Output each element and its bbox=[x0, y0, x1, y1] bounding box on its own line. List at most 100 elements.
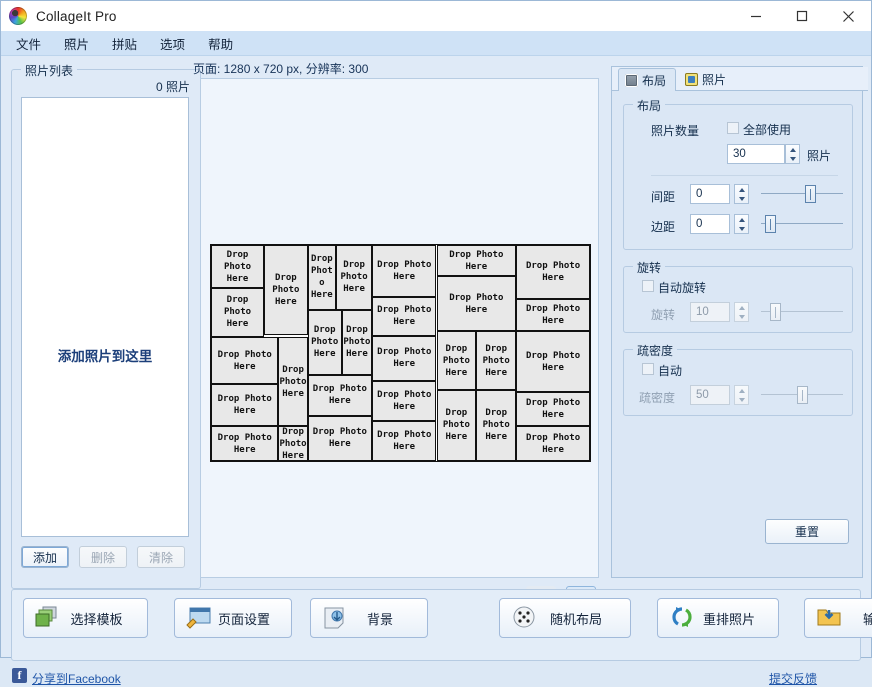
select-template-button[interactable]: 选择模板 bbox=[23, 598, 148, 638]
rotation-input[interactable]: 10 bbox=[690, 302, 730, 322]
collage-cell[interactable]: Drop Photo Here bbox=[307, 309, 342, 375]
menu-item-help[interactable]: 帮助 bbox=[207, 32, 234, 55]
share-facebook-link[interactable]: 分享到Facebook bbox=[32, 670, 121, 687]
collage-cell-label: Drop Photo Here bbox=[377, 305, 432, 328]
collage-cell[interactable]: Drop Photo Here bbox=[211, 384, 279, 427]
collage-cell[interactable]: Drop Photo Here bbox=[278, 336, 308, 427]
collage-cell[interactable]: Drop Photo Here bbox=[436, 245, 517, 277]
close-button[interactable] bbox=[825, 1, 871, 31]
collage-cell[interactable]: Drop Photo Here bbox=[211, 426, 279, 461]
photo-list-dropzone[interactable]: 添加照片到这里 bbox=[21, 97, 189, 537]
collage-cell[interactable]: Drop Photo Here bbox=[516, 426, 590, 461]
collage-cell[interactable]: Drop Photo Here bbox=[516, 245, 590, 299]
random-layout-button[interactable]: 随机布局 bbox=[499, 598, 631, 638]
collage-cell[interactable]: Drop Photo Here bbox=[476, 389, 517, 461]
auto-rotate-checkbox[interactable] bbox=[642, 280, 654, 292]
spacing-slider[interactable] bbox=[761, 185, 843, 203]
bottom-toolbar: 选择模板 页面设置 背景 随机布局 重排照片 输 bbox=[11, 589, 872, 661]
delete-photo-button[interactable]: 删除 bbox=[79, 546, 127, 568]
spacing-stepper[interactable] bbox=[734, 184, 749, 204]
tab-layout-label: 布局 bbox=[642, 73, 667, 88]
collage-cell[interactable]: Drop Photo Here bbox=[211, 336, 279, 385]
collage-cell[interactable]: Drop Photo Here bbox=[372, 381, 437, 422]
rotation-value-label: 旋转 bbox=[651, 308, 676, 322]
background-icon bbox=[321, 605, 351, 631]
collage-cell[interactable]: Drop Photo Here bbox=[516, 391, 590, 427]
collage-cell[interactable]: Drop Photo Here bbox=[336, 245, 373, 310]
collage-cell[interactable]: Drop Photo Here bbox=[211, 245, 265, 289]
collage-cell[interactable]: Drop Photo Here bbox=[307, 245, 337, 310]
collage-cell-label: Drop Photo Here bbox=[482, 408, 510, 443]
photo-count-input[interactable]: 30 bbox=[727, 144, 785, 164]
collage-cell[interactable]: Drop Photo Here bbox=[372, 296, 437, 336]
layout-group-legend: 布局 bbox=[633, 97, 666, 114]
collage-cell-label: Drop Photo Here bbox=[217, 394, 272, 417]
margin-input[interactable]: 0 bbox=[690, 214, 730, 234]
collage-cell-label: Drop Photo Here bbox=[279, 364, 307, 399]
tab-layout[interactable]: 布局 bbox=[618, 68, 677, 91]
reset-button[interactable]: 重置 bbox=[765, 519, 849, 544]
collage-cell[interactable]: Drop Photo Here bbox=[341, 309, 373, 375]
collage-cell-label: Drop Photo Here bbox=[377, 390, 432, 413]
collage-cell-label: Drop Photo Here bbox=[217, 432, 272, 455]
rotation-slider[interactable] bbox=[761, 303, 843, 321]
collage-cell[interactable]: Drop Photo Here bbox=[307, 374, 373, 416]
maximize-button[interactable] bbox=[779, 1, 825, 31]
menu-item-options[interactable]: 选项 bbox=[159, 32, 186, 55]
collage-cell-label: Drop Photo Here bbox=[449, 249, 504, 272]
collage-cell-label: Drop Photo Here bbox=[525, 350, 581, 373]
collage-cell-label: Drop Photo Here bbox=[311, 325, 339, 360]
collage-cell[interactable]: Drop Photo Here bbox=[436, 389, 477, 461]
collage-cell[interactable]: Drop Photo Here bbox=[372, 421, 437, 461]
tab-photo[interactable]: 照片 bbox=[678, 68, 736, 90]
use-all-checkbox[interactable] bbox=[727, 122, 739, 134]
collage-cell[interactable]: Drop Photo Here bbox=[372, 245, 437, 297]
menu-item-file[interactable]: 文件 bbox=[15, 32, 42, 55]
export-button[interactable]: 输出 bbox=[804, 598, 872, 638]
add-photos-button[interactable]: 添加 bbox=[21, 546, 69, 568]
window-controls bbox=[733, 1, 871, 31]
collage-cell[interactable]: Drop Photo Here bbox=[372, 335, 437, 382]
margin-slider[interactable] bbox=[761, 215, 843, 233]
submit-feedback-link[interactable]: 提交反馈 bbox=[769, 670, 817, 687]
collage-cell[interactable]: Drop Photo Here bbox=[516, 299, 590, 332]
collage-cell[interactable]: Drop Photo Here bbox=[436, 276, 517, 332]
density-input[interactable]: 50 bbox=[690, 385, 730, 405]
photo-count-stepper[interactable] bbox=[785, 144, 800, 164]
menu-bar: 文件 照片 拼贴 选项 帮助 bbox=[1, 31, 871, 56]
collage-cell-label: Drop Photo Here bbox=[272, 272, 300, 307]
collage-preview[interactable]: Drop Photo Here Drop Photo Here Drop Photo… bbox=[210, 244, 591, 462]
collage-cell[interactable]: Drop Photo Here bbox=[278, 426, 308, 461]
collage-cell-label: Drop Photo Here bbox=[340, 260, 368, 295]
facebook-icon[interactable]: f bbox=[12, 668, 27, 683]
collage-cell[interactable]: Drop Photo Here bbox=[264, 245, 308, 335]
collage-cell-label: Drop Photo Here bbox=[279, 426, 307, 461]
spacing-input[interactable]: 0 bbox=[690, 184, 730, 204]
tab-photo-label: 照片 bbox=[702, 73, 727, 87]
photo-list-legend: 照片列表 bbox=[21, 62, 78, 79]
menu-item-collage[interactable]: 拼贴 bbox=[111, 32, 138, 55]
spacing-label: 间距 bbox=[651, 190, 676, 204]
minimize-button[interactable] bbox=[733, 1, 779, 31]
margin-stepper[interactable] bbox=[734, 214, 749, 234]
clear-photos-button[interactable]: 清除 bbox=[137, 546, 185, 568]
select-template-label: 选择模板 bbox=[70, 611, 123, 627]
density-slider[interactable] bbox=[761, 386, 843, 404]
collage-cell[interactable]: Drop Photo Here bbox=[436, 331, 477, 390]
collage-cell[interactable]: Drop Photo Here bbox=[476, 331, 517, 390]
collage-cell[interactable]: Drop Photo Here bbox=[516, 331, 590, 392]
drop-photos-hint: 添加照片到这里 bbox=[57, 349, 153, 364]
rearrange-photos-button[interactable]: 重排照片 bbox=[657, 598, 779, 638]
page-setup-button[interactable]: 页面设置 bbox=[174, 598, 292, 638]
collage-cell-label: Drop Photo Here bbox=[377, 259, 432, 282]
collage-cell[interactable]: Drop Photo Here bbox=[211, 288, 265, 337]
auto-density-checkbox[interactable] bbox=[642, 363, 654, 375]
background-button[interactable]: 背景 bbox=[310, 598, 428, 638]
options-tabstrip: 布局 照片 bbox=[612, 67, 868, 91]
collage-cell-label: Drop Photo Here bbox=[449, 292, 504, 315]
collage-cell[interactable]: Drop Photo Here bbox=[307, 415, 373, 461]
menu-item-photo[interactable]: 照片 bbox=[63, 32, 90, 55]
collage-canvas[interactable]: Drop Photo Here Drop Photo Here Drop Photo… bbox=[200, 78, 599, 578]
rotation-stepper[interactable] bbox=[734, 302, 749, 322]
density-stepper[interactable] bbox=[734, 385, 749, 405]
